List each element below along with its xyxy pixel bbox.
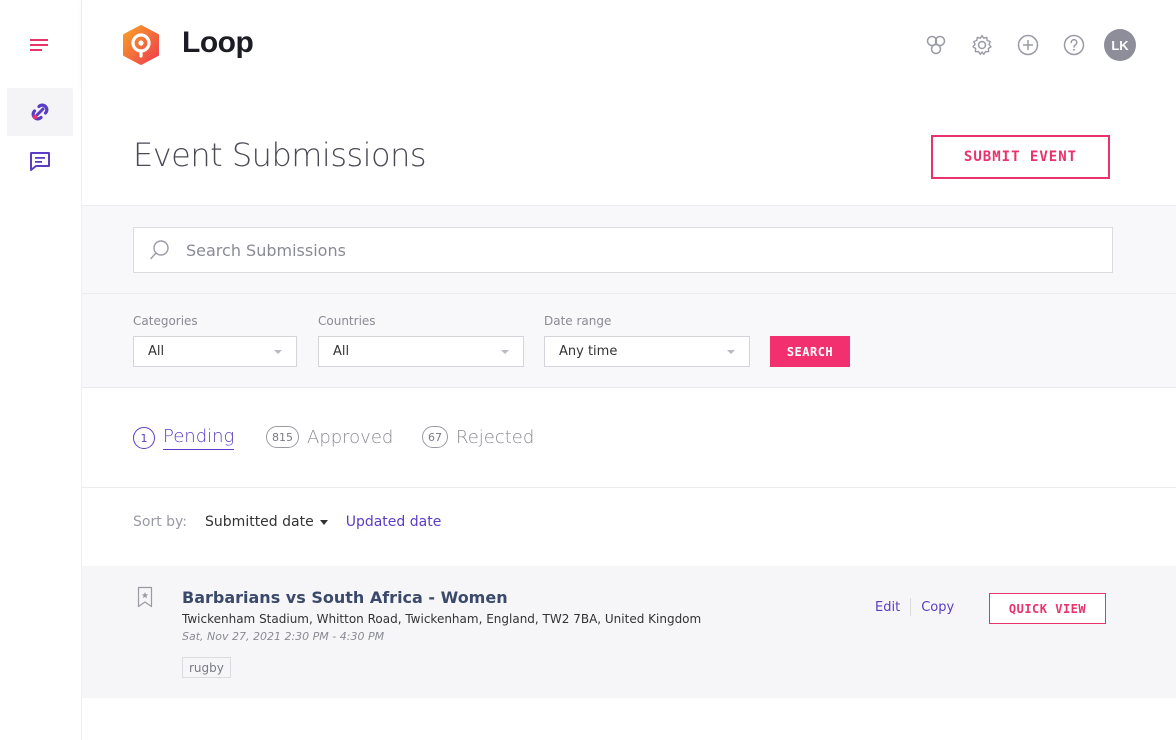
status-tabs: 1 Pending 815 Approved 67 Rejected	[82, 388, 1176, 488]
countries-select[interactable]: All	[318, 336, 524, 367]
search-input[interactable]	[186, 240, 1112, 260]
sort-section: Sort by: Submitted date Updated date	[82, 488, 1176, 566]
countries-filter: Countries All	[318, 314, 524, 367]
submission-date: Sat, Nov 27, 2021 2:30 PM - 4:30 PM	[182, 630, 385, 643]
submission-title[interactable]: Barbarians vs South Africa - Women	[182, 588, 508, 607]
submission-actions: Edit Copy	[875, 598, 954, 616]
search-button[interactable]: SEARCH	[770, 336, 850, 367]
gear-icon	[972, 34, 992, 55]
action-divider	[910, 598, 912, 616]
sort-bar: Sort by: Submitted date Updated date	[133, 514, 441, 530]
list-item: Barbarians vs South Africa - Women Twick…	[82, 566, 1176, 698]
tab-pending[interactable]: 1 Pending	[133, 426, 235, 450]
tab-label: Approved	[307, 426, 394, 448]
integrations-button[interactable]	[920, 29, 952, 61]
message-icon	[30, 152, 50, 171]
help-button[interactable]	[1058, 29, 1090, 61]
page-title: Event Submissions	[133, 136, 427, 174]
app-title: Loop	[182, 26, 254, 59]
caret-down-icon	[319, 519, 328, 525]
top-header: Loop LK	[82, 0, 1176, 90]
tab-count: 815	[266, 426, 299, 448]
left-rail	[0, 0, 82, 740]
integrations-icon	[926, 35, 946, 55]
date-range-value: Any time	[559, 344, 618, 359]
categories-label: Categories	[133, 314, 198, 328]
chevron-down-icon	[274, 349, 282, 354]
user-avatar[interactable]: LK	[1104, 29, 1136, 61]
title-section: Event Submissions SUBMIT EVENT	[82, 90, 1176, 206]
categories-value: All	[148, 344, 165, 359]
categories-select[interactable]: All	[133, 336, 297, 367]
tab-count: 67	[422, 426, 448, 448]
tab-label: Rejected	[456, 426, 535, 448]
hamburger-icon[interactable]	[28, 36, 50, 54]
countries-value: All	[333, 344, 350, 359]
sort-updated-date[interactable]: Updated date	[346, 514, 442, 530]
main-content: Event Submissions SUBMIT EVENT Categorie…	[82, 90, 1176, 740]
submission-address: Twickenham Stadium, Whitton Road, Twicke…	[182, 612, 702, 626]
search-icon	[150, 240, 169, 260]
date-range-label: Date range	[544, 314, 612, 328]
tab-count: 1	[133, 427, 155, 449]
copy-link[interactable]: Copy	[921, 600, 954, 615]
search-section	[82, 206, 1176, 294]
chevron-down-icon	[501, 349, 509, 354]
tab-approved[interactable]: 815 Approved	[266, 426, 393, 448]
submit-event-button[interactable]: SUBMIT EVENT	[931, 135, 1110, 179]
tab-label: Pending	[163, 426, 235, 450]
help-icon	[1063, 34, 1085, 56]
submission-tag: rugby	[182, 657, 231, 678]
plus-circle-icon	[1017, 34, 1039, 56]
date-range-filter: Date range Any time	[544, 314, 750, 367]
sort-submitted-date[interactable]: Submitted date	[205, 514, 314, 530]
tab-rejected[interactable]: 67 Rejected	[422, 426, 534, 448]
filter-section: Categories All Countries All Date range …	[82, 294, 1176, 388]
add-button[interactable]	[1012, 29, 1044, 61]
quick-view-button[interactable]: QUICK VIEW	[989, 593, 1106, 624]
header-icon-bar: LK	[920, 29, 1136, 61]
sort-label: Sort by:	[133, 514, 188, 530]
nav-item-messages[interactable]	[7, 140, 73, 182]
date-range-select[interactable]: Any time	[544, 336, 750, 367]
chevron-down-icon	[727, 349, 735, 354]
bookmark-star-icon[interactable]	[137, 586, 153, 608]
loop-logo-icon	[123, 25, 159, 65]
categories-filter: Categories All	[133, 314, 297, 367]
loop-link-icon	[31, 103, 49, 121]
edit-link[interactable]: Edit	[875, 600, 900, 615]
countries-label: Countries	[318, 314, 376, 328]
search-box	[133, 227, 1113, 273]
settings-button[interactable]	[966, 29, 998, 61]
nav-item-events[interactable]	[7, 88, 73, 136]
